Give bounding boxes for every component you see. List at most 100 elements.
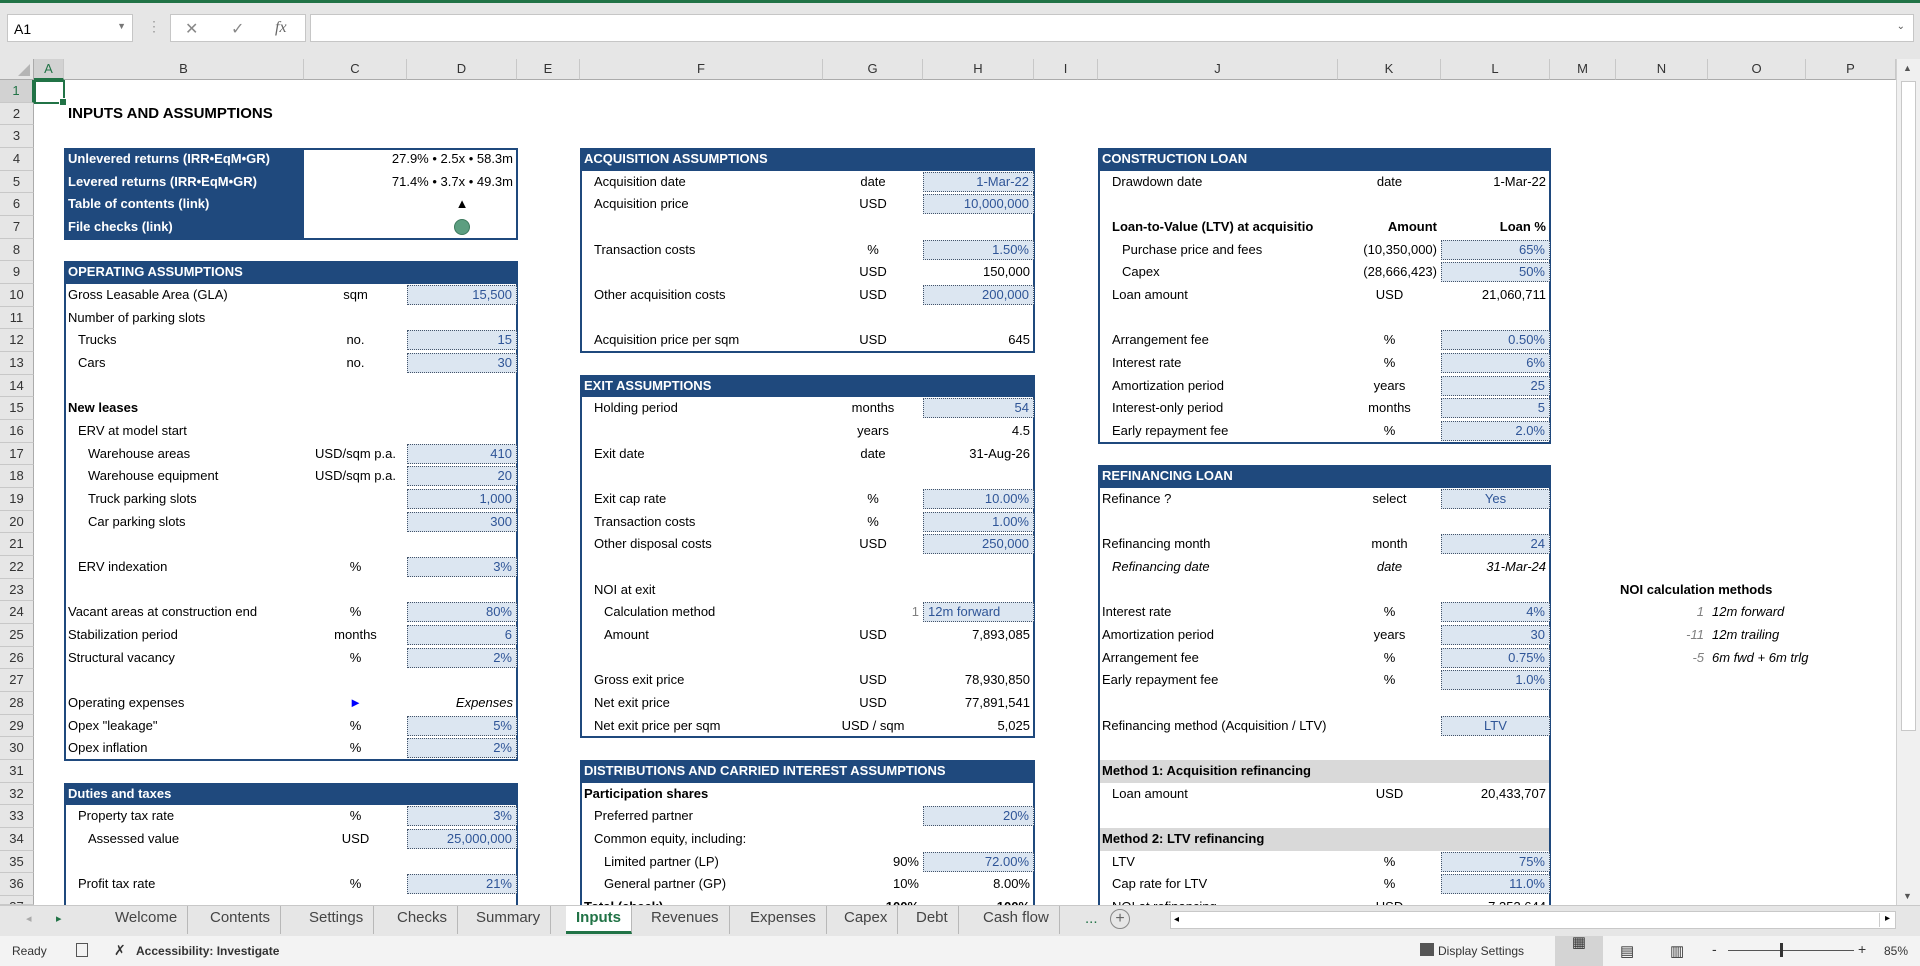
input-cell-D22[interactable]: 3% xyxy=(407,557,517,578)
input-cell-H20[interactable]: 1.00% xyxy=(923,511,1034,532)
row-header-17[interactable]: 17 xyxy=(0,442,34,466)
row-header-1[interactable]: 1 xyxy=(0,80,34,103)
accessibility-status[interactable]: Accessibility: Investigate xyxy=(136,944,279,958)
sheet-tab-welcome[interactable]: Welcome xyxy=(105,906,189,934)
column-header-C[interactable]: C xyxy=(304,59,407,80)
chevron-down-icon[interactable]: ▼ xyxy=(117,21,126,31)
input-cell-D13[interactable]: 30 xyxy=(407,353,517,374)
link-cell-D6[interactable]: ▲ xyxy=(407,193,517,215)
add-sheet-button[interactable]: + xyxy=(1110,909,1130,929)
row-header-36[interactable]: 36 xyxy=(0,873,34,897)
input-cell-D10[interactable]: 15,500 xyxy=(407,285,517,306)
input-cell-H19[interactable]: 10.00% xyxy=(923,489,1034,510)
sheet-tab-summary[interactable]: Summary xyxy=(466,906,552,934)
horizontal-scrollbar[interactable]: ◂ ▸ xyxy=(1170,911,1896,929)
input-cell-D36[interactable]: 21% xyxy=(407,874,517,895)
column-header-E[interactable]: E xyxy=(517,59,580,80)
sheet-tab-revenues[interactable]: Revenues xyxy=(641,906,730,934)
column-header-H[interactable]: H xyxy=(923,59,1034,80)
row-header-9[interactable]: 9 xyxy=(0,261,34,285)
zoom-in-button[interactable]: + xyxy=(1858,941,1866,957)
column-header-M[interactable]: M xyxy=(1550,59,1616,80)
input-cell-H8[interactable]: 1.50% xyxy=(923,239,1034,260)
row-header-3[interactable]: 3 xyxy=(0,125,34,148)
scroll-right-icon[interactable]: ▸ xyxy=(1879,913,1895,927)
formula-input[interactable]: ⌄ xyxy=(310,14,1914,42)
prev-sheet-icon[interactable]: ◂ xyxy=(26,912,32,925)
row-header-10[interactable]: 10 xyxy=(0,284,34,307)
scroll-thumb[interactable] xyxy=(1901,81,1916,731)
input-cell-L26[interactable]: 0.75% xyxy=(1441,647,1550,668)
more-sheets-button[interactable]: ... xyxy=(1085,910,1098,927)
row-header-25[interactable]: 25 xyxy=(0,624,34,647)
sheet-tab-inputs[interactable]: Inputs xyxy=(566,906,632,934)
input-cell-H33[interactable]: 20% xyxy=(923,806,1034,827)
next-sheet-icon[interactable]: ▸ xyxy=(56,912,62,925)
input-cell-L16[interactable]: 2.0% xyxy=(1441,421,1550,442)
input-cell-L13[interactable]: 6% xyxy=(1441,353,1550,374)
input-cell-H35[interactable]: 72.00% xyxy=(923,851,1034,872)
input-cell-H21[interactable]: 250,000 xyxy=(923,534,1034,555)
row-header-8[interactable]: 8 xyxy=(0,238,34,262)
row-header-12[interactable]: 12 xyxy=(0,329,34,353)
file-check-ok-icon[interactable] xyxy=(454,219,470,236)
normal-view-icon[interactable]: ▦ xyxy=(1555,935,1603,966)
input-cell-D17[interactable]: 410 xyxy=(407,443,517,464)
column-header-N[interactable]: N xyxy=(1616,59,1708,80)
input-cell-L9[interactable]: 50% xyxy=(1441,262,1550,283)
input-cell-L24[interactable]: 4% xyxy=(1441,602,1550,623)
row-header-37[interactable]: 37 xyxy=(0,896,34,905)
column-header-G[interactable]: G xyxy=(823,59,923,80)
input-cell-D26[interactable]: 2% xyxy=(407,647,517,668)
input-cell-H6[interactable]: 10,000,000 xyxy=(923,194,1034,215)
row-header-2[interactable]: 2 xyxy=(0,102,34,126)
input-cell-D29[interactable]: 5% xyxy=(407,715,517,736)
row-header-31[interactable]: 31 xyxy=(0,760,34,783)
zoom-level[interactable]: 85% xyxy=(1884,944,1908,958)
column-header-A[interactable]: A xyxy=(34,59,64,80)
column-header-J[interactable]: J xyxy=(1098,59,1338,80)
row-header-21[interactable]: 21 xyxy=(0,533,34,557)
input-cell-D19[interactable]: 1,000 xyxy=(407,489,517,510)
row-header-16[interactable]: 16 xyxy=(0,420,34,443)
row-header-30[interactable]: 30 xyxy=(0,737,34,761)
row-header-26[interactable]: 26 xyxy=(0,646,34,670)
row-header-5[interactable]: 5 xyxy=(0,170,34,194)
input-cell-D25[interactable]: 6 xyxy=(407,625,517,646)
row-header-18[interactable]: 18 xyxy=(0,465,34,489)
row-header-11[interactable]: 11 xyxy=(0,306,34,330)
row-header-24[interactable]: 24 xyxy=(0,601,34,625)
input-cell-L8[interactable]: 65% xyxy=(1441,239,1550,260)
row-header-32[interactable]: 32 xyxy=(0,782,34,806)
row-header-29[interactable]: 29 xyxy=(0,714,34,738)
input-cell-D30[interactable]: 2% xyxy=(407,738,517,759)
row-header-13[interactable]: 13 xyxy=(0,352,34,375)
macro-recording-icon[interactable] xyxy=(76,943,88,957)
sheet-tab-cash-flow[interactable]: Cash flow xyxy=(973,906,1060,934)
row-header-34[interactable]: 34 xyxy=(0,828,34,851)
input-cell-D34[interactable]: 25,000,000 xyxy=(407,829,517,850)
display-settings-button[interactable]: Display Settings xyxy=(1438,944,1524,958)
row-header-35[interactable]: 35 xyxy=(0,850,34,874)
sheet-tab-debt[interactable]: Debt xyxy=(906,906,959,934)
input-cell-L36[interactable]: 11.0% xyxy=(1441,874,1550,895)
scroll-up-icon[interactable]: ▲ xyxy=(1903,63,1912,73)
column-header-P[interactable]: P xyxy=(1806,59,1896,80)
column-header-D[interactable]: D xyxy=(407,59,517,80)
row-header-20[interactable]: 20 xyxy=(0,510,34,534)
input-cell-D24[interactable]: 80% xyxy=(407,602,517,623)
row-header-27[interactable]: 27 xyxy=(0,669,34,693)
input-cell-L21[interactable]: 24 xyxy=(1441,534,1550,555)
cancel-icon[interactable]: ✕ xyxy=(185,19,198,39)
input-cell-D20[interactable]: 300 xyxy=(407,511,517,532)
scroll-down-icon[interactable]: ▼ xyxy=(1903,891,1912,901)
zoom-slider[interactable] xyxy=(1728,950,1854,951)
insert-function-icon[interactable]: fx xyxy=(275,19,287,37)
input-cell-L14[interactable]: 25 xyxy=(1441,375,1550,396)
drag-handle-icon[interactable]: ⋮ xyxy=(147,18,161,35)
row-header-23[interactable]: 23 xyxy=(0,578,34,602)
page-break-view-icon[interactable]: ▥ xyxy=(1670,942,1684,960)
sheet-tab-settings[interactable]: Settings xyxy=(299,906,375,934)
input-cell-L29[interactable]: LTV xyxy=(1441,715,1550,736)
sheet-tab-expenses[interactable]: Expenses xyxy=(740,906,827,934)
